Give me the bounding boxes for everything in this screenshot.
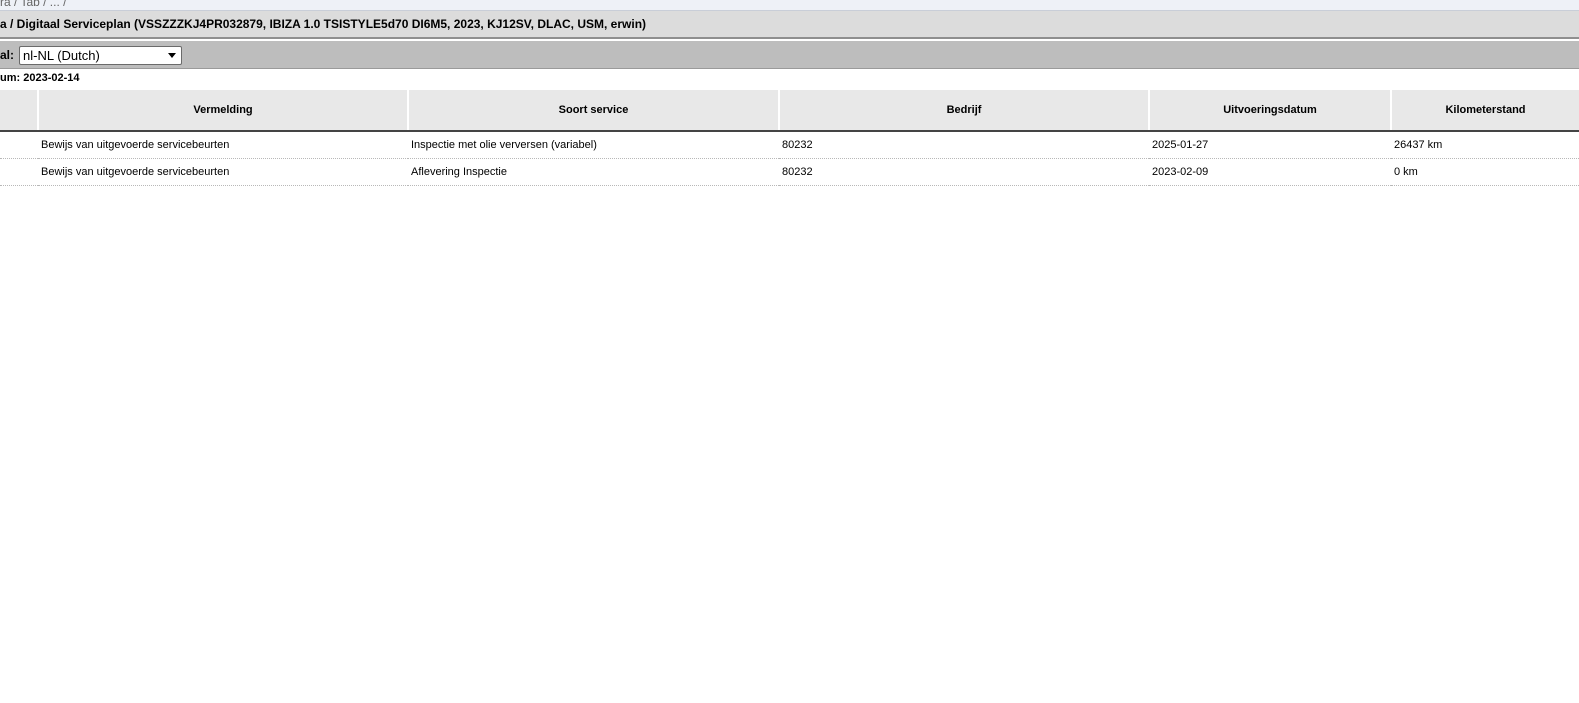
breadcrumb-fragment: ra / Tab / ... / bbox=[0, 0, 67, 9]
cell-kilometerstand: 26437 km bbox=[1391, 131, 1579, 159]
language-bar: al: nl-NL (Dutch) bbox=[0, 41, 1579, 69]
cell-kilometerstand: 0 km bbox=[1391, 158, 1579, 186]
title-bar: a / Digitaal Serviceplan (VSSZZZKJ4PR032… bbox=[0, 11, 1579, 39]
language-select-value: nl-NL (Dutch) bbox=[23, 48, 100, 63]
row-cell-blank bbox=[0, 131, 38, 159]
table-header-row: Vermelding Soort service Bedrijf Uitvoer… bbox=[0, 90, 1579, 132]
cell-uitvoeringsdatum: 2025-01-27 bbox=[1149, 131, 1391, 159]
page-title: a / Digitaal Serviceplan (VSSZZZKJ4PR032… bbox=[0, 17, 647, 31]
cell-vermelding: Bewijs van uitgevoerde servicebeurten bbox=[38, 158, 408, 186]
table-row[interactable]: Bewijs van uitgevoerde servicebeurten In… bbox=[0, 131, 1579, 159]
column-header-uitvoeringsdatum[interactable]: Uitvoeringsdatum bbox=[1148, 90, 1391, 132]
chevron-down-icon bbox=[168, 53, 176, 58]
cell-soort-service: Inspectie met olie verversen (variabel) bbox=[408, 131, 779, 159]
cell-bedrijf: 80232 bbox=[779, 131, 1149, 159]
column-header-vermelding[interactable]: Vermelding bbox=[37, 90, 408, 132]
cell-soort-service: Aflevering Inspectie bbox=[408, 158, 779, 186]
row-cell-blank bbox=[0, 158, 38, 186]
column-header-kilometerstand[interactable]: Kilometerstand bbox=[1390, 90, 1579, 132]
cell-uitvoeringsdatum: 2023-02-09 bbox=[1149, 158, 1391, 186]
datum-line: um: 2023-02-14 bbox=[0, 72, 80, 84]
column-header-soort-service[interactable]: Soort service bbox=[407, 90, 779, 132]
cell-bedrijf: 80232 bbox=[779, 158, 1149, 186]
language-select[interactable]: nl-NL (Dutch) bbox=[19, 46, 182, 65]
browser-top-strip: ra / Tab / ... / bbox=[0, 0, 1579, 11]
table-row[interactable]: Bewijs van uitgevoerde servicebeurten Af… bbox=[0, 158, 1579, 186]
column-header-blank bbox=[0, 90, 38, 132]
cell-vermelding: Bewijs van uitgevoerde servicebeurten bbox=[38, 131, 408, 159]
column-header-bedrijf[interactable]: Bedrijf bbox=[778, 90, 1149, 132]
language-label: al: bbox=[0, 48, 15, 62]
service-table: Vermelding Soort service Bedrijf Uitvoer… bbox=[0, 90, 1579, 186]
